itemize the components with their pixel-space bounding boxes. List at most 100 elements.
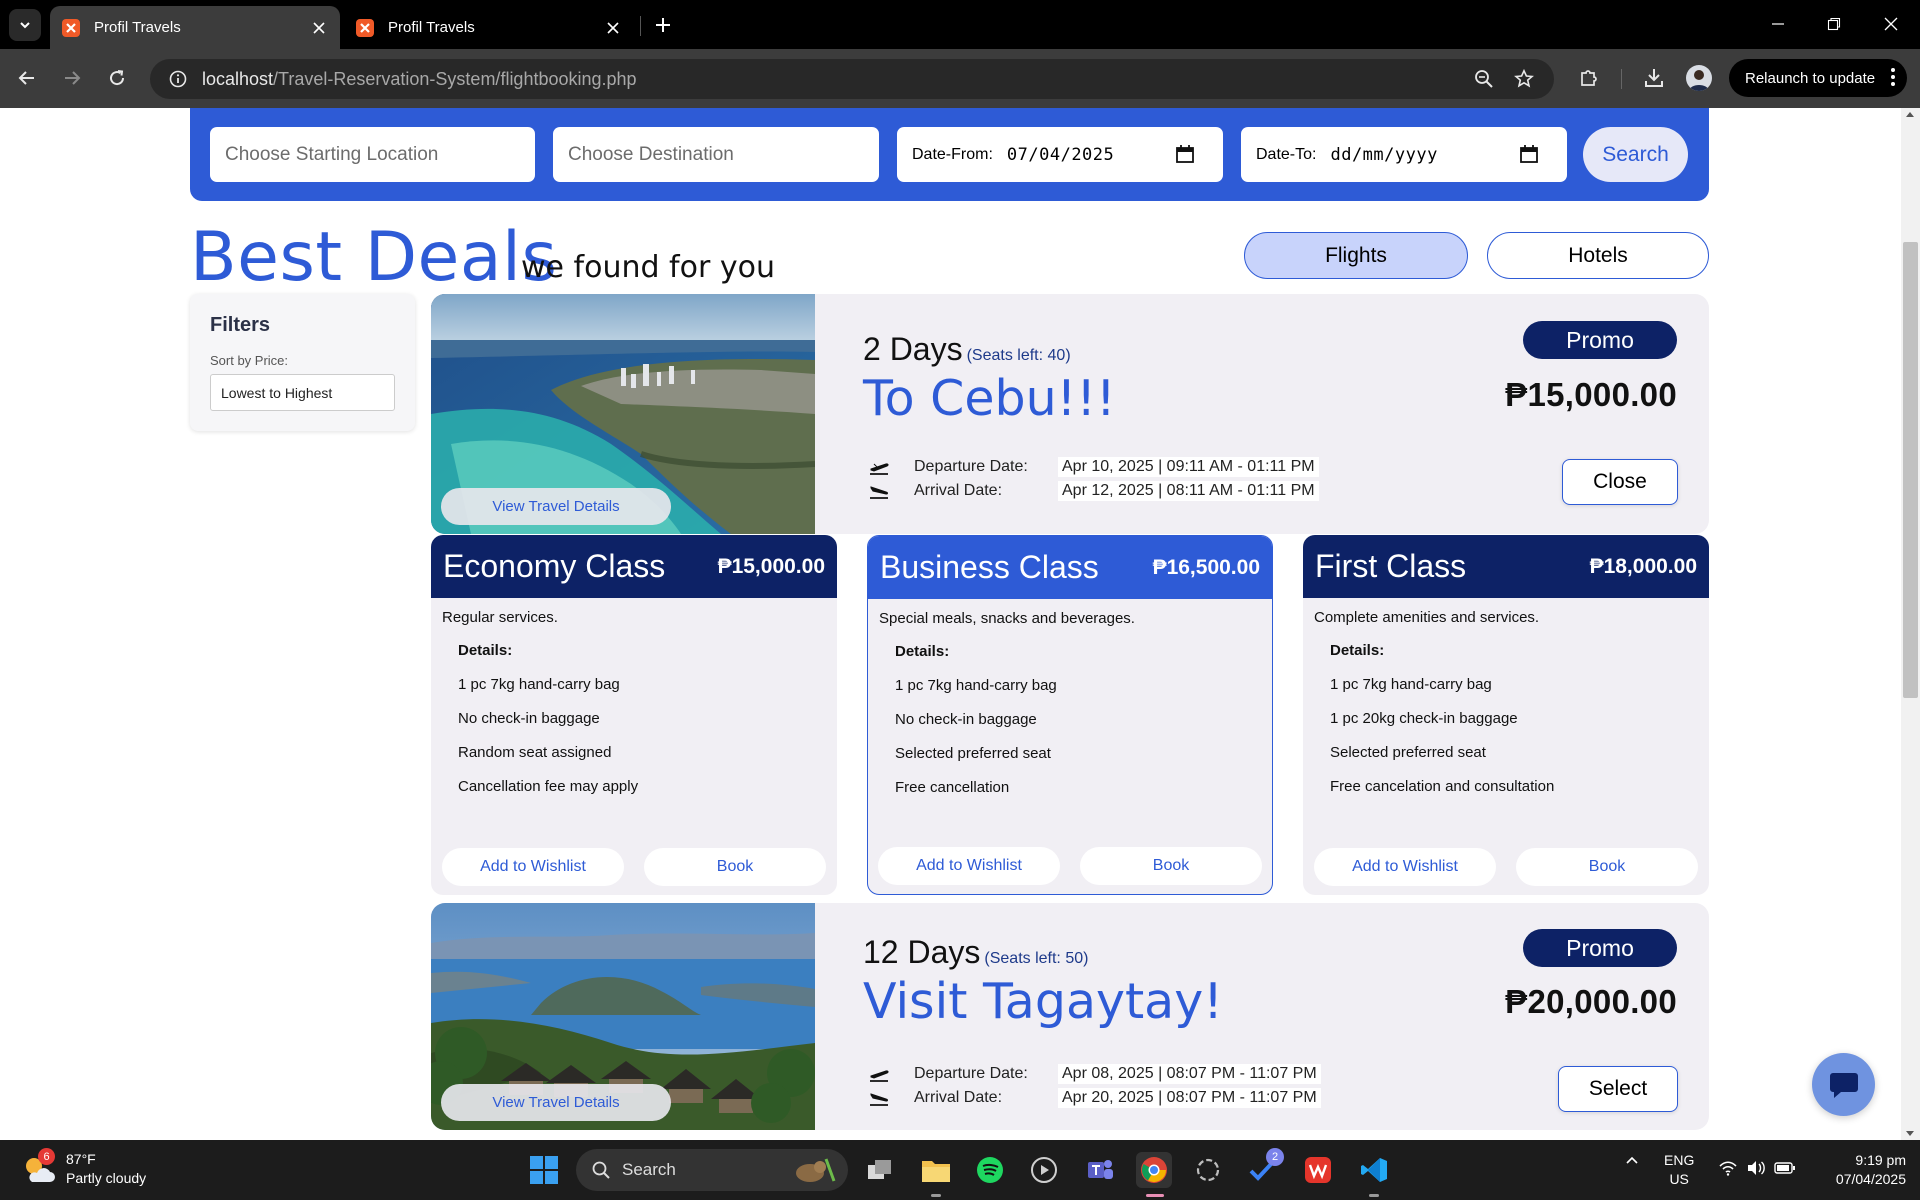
relaunch-label: Relaunch to update [1745,69,1876,87]
system-clock[interactable]: 9:19 pm 07/04/2025 [1818,1151,1906,1189]
book-button[interactable]: Book [644,848,826,886]
browser-toolbar: localhost/Travel-Reservation-System/flig… [0,49,1920,108]
volume-icon[interactable] [1746,1160,1766,1179]
reload-button[interactable] [102,63,132,93]
forward-button[interactable] [57,63,87,93]
address-bar[interactable]: localhost/Travel-Reservation-System/flig… [150,59,1554,99]
promo-badge: Promo [1523,321,1677,359]
tab-flights[interactable]: Flights [1244,232,1468,279]
date-from-input[interactable]: Date-From: 07/04/2025 [897,127,1223,182]
reload-icon [110,70,125,86]
tab-title: Profil Travels [94,19,181,36]
fare-details-label: Details: [895,643,950,660]
weather-widget[interactable]: 6 87°F Partly cloudy [22,1148,146,1188]
tab-separator [640,16,641,36]
book-button[interactable]: Book [1516,848,1698,886]
download-icon [1645,69,1663,87]
input-language[interactable]: ENG US [1664,1151,1694,1189]
fare-detail-item: Cancellation fee may apply [458,778,639,795]
add-to-wishlist-button[interactable]: Add to Wishlist [442,848,624,886]
view-travel-details-button[interactable]: View Travel Details [441,1084,671,1121]
minimize-icon [1772,23,1784,25]
back-button[interactable] [12,63,42,93]
search-button[interactable]: Search [1583,127,1688,182]
book-button[interactable]: Book [1080,847,1262,885]
destination-input[interactable]: Choose Destination [553,127,879,182]
select-button[interactable]: Select [1558,1066,1678,1112]
scrollbar-thumb[interactable] [1903,242,1918,698]
filters-panel: Filters Sort by Price: Lowest to Highest [190,294,415,431]
scroll-up-arrow-icon[interactable] [1906,112,1914,117]
close-tab-icon[interactable] [310,19,328,37]
arrival-label: Arrival Date: [914,482,1003,499]
view-travel-details-button[interactable]: View Travel Details [441,488,671,525]
wifi-icon[interactable] [1718,1160,1738,1179]
fare-detail-item: Random seat assigned [458,744,612,761]
openai-icon[interactable] [1190,1152,1226,1188]
deal-card: View Travel Details 2 Days (Seats left: 4… [431,294,1709,534]
taskbar-search-label: Search [622,1160,676,1179]
fare-header: First Class ₱18,000.00 [1303,535,1709,598]
seats-left: (Seats left: 40) [966,347,1071,364]
starting-location-input[interactable]: Choose Starting Location [210,127,535,182]
task-view-icon[interactable] [862,1152,898,1188]
browser-tab[interactable]: Profil Travels [50,6,340,49]
new-tab-button[interactable] [650,12,676,38]
url-host: localhost [202,68,274,89]
page-scrollbar[interactable] [1901,108,1920,1140]
profile-avatar[interactable] [1686,65,1712,91]
extensions-button[interactable] [1576,65,1602,91]
starting-location-placeholder: Choose Starting Location [225,143,439,165]
media-player-icon[interactable] [1026,1152,1062,1188]
tab-hotels[interactable]: Hotels [1487,232,1709,279]
calendar-icon[interactable] [1519,144,1539,164]
fare-description: Complete amenities and services. [1314,609,1540,626]
windows-taskbar: 6 87°F Partly cloudy Search 2 ENG US 9:1… [0,1140,1920,1200]
start-button[interactable] [529,1155,559,1185]
sort-by-price-select[interactable]: Lowest to Highest [210,374,395,411]
scroll-down-arrow-icon[interactable] [1906,1131,1914,1136]
bookmark-star-icon[interactable] [1513,68,1535,90]
search-highlight-icon [796,1158,836,1182]
site-info-icon[interactable] [168,69,188,89]
takeoff-icon [870,463,889,475]
destination-title: To Cebu!!! [863,370,1116,427]
arrival-label: Arrival Date: [914,1089,1003,1106]
chat-button[interactable] [1812,1053,1875,1116]
calendar-icon[interactable] [1175,144,1195,164]
minimize-button[interactable] [1763,12,1793,36]
relaunch-button[interactable]: Relaunch to update [1729,59,1907,97]
close-tab-icon[interactable] [604,19,622,37]
fare-price: ₱18,000.00 [1589,554,1697,578]
region-code: US [1669,1171,1689,1187]
fare-detail-item: Free cancelation and consultation [1330,778,1555,795]
tab-search-button[interactable] [9,9,41,41]
puzzle-icon [1581,70,1597,86]
vscode-icon[interactable] [1356,1152,1392,1188]
tagaytay-lake-photo: View Travel Details [431,903,815,1130]
chrome-icon[interactable] [1136,1152,1172,1188]
close-icon [1884,17,1898,31]
battery-icon[interactable] [1774,1160,1796,1179]
spotify-icon[interactable] [972,1152,1008,1188]
add-to-wishlist-button[interactable]: Add to Wishlist [1314,848,1496,886]
teams-icon[interactable] [1082,1152,1118,1188]
arrow-right-icon [65,71,81,85]
downloads-button[interactable] [1641,65,1667,91]
date-to-label: Date-To: [1256,145,1317,163]
browser-tab[interactable]: Profil Travels [344,6,634,49]
fare-detail-item: 1 pc 7kg hand-carry bag [1330,676,1492,693]
fare-details-label: Details: [458,642,513,659]
taskbar-search[interactable]: Search [576,1149,848,1191]
toolbar-separator [1621,69,1622,89]
show-hidden-icons-chevron-icon[interactable] [1624,1153,1640,1172]
add-to-wishlist-button[interactable]: Add to Wishlist [878,847,1060,885]
cebu-coastline-photo: View Travel Details [431,294,815,534]
date-to-input[interactable]: Date-To: dd/mm/yyyy [1241,127,1567,182]
close-button[interactable]: Close [1562,459,1678,505]
file-explorer-icon[interactable] [918,1152,954,1188]
wps-office-icon[interactable] [1300,1152,1336,1188]
zoom-icon[interactable] [1473,68,1495,90]
restore-button[interactable] [1819,12,1849,36]
close-window-button[interactable] [1876,12,1906,36]
